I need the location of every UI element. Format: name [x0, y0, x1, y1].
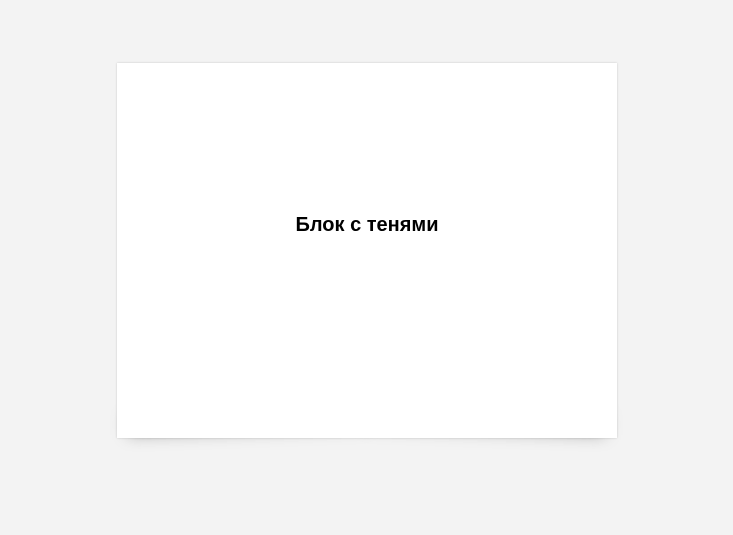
card-title: Блок с тенями [295, 214, 439, 236]
page-stage: Блок с тенями [0, 0, 733, 535]
shadow-card: Блок с тенями [117, 63, 617, 438]
